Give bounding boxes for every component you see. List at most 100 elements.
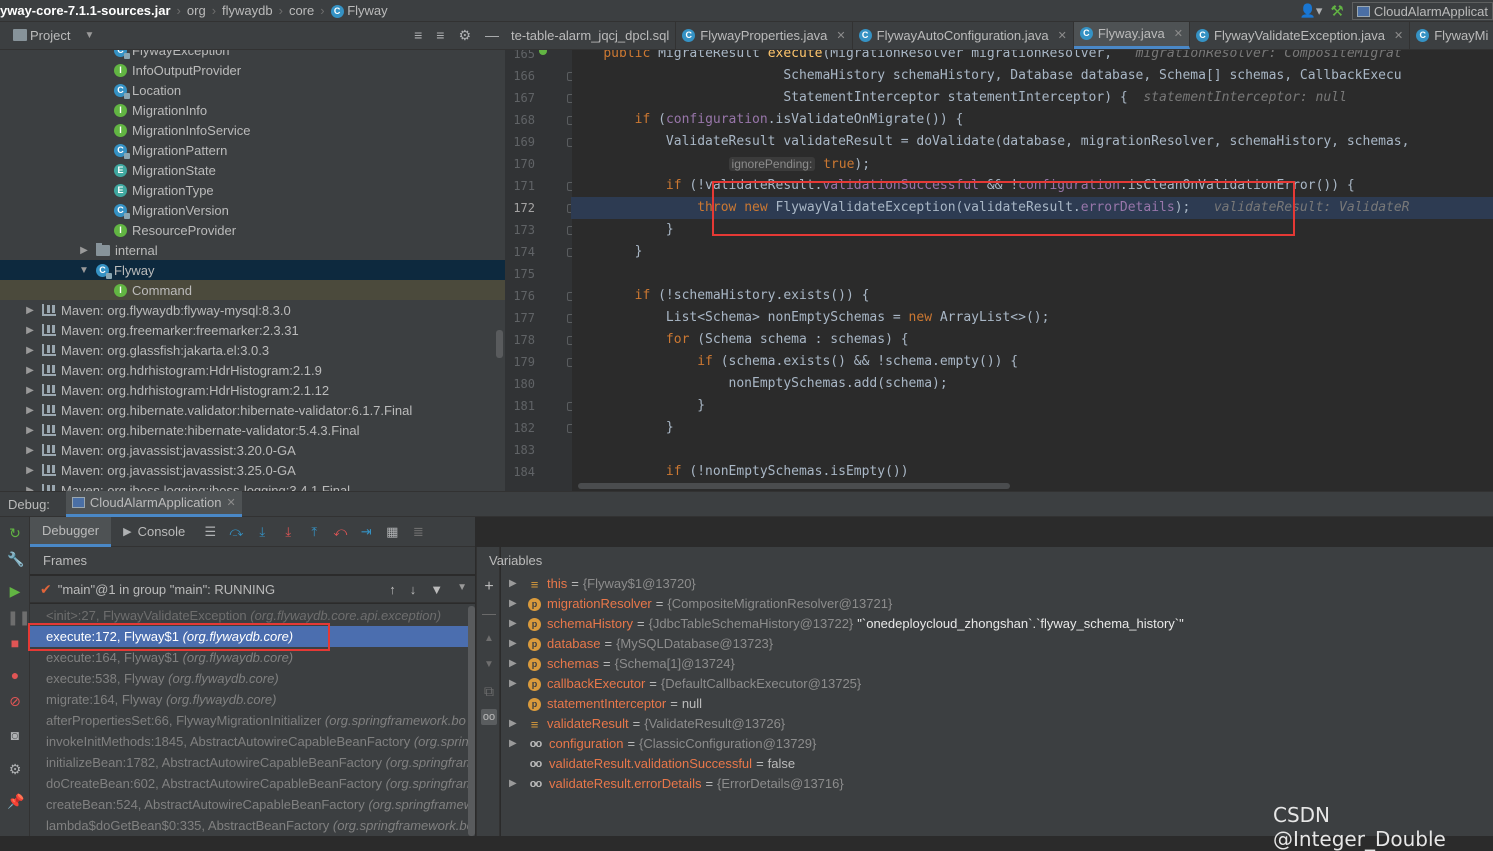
chevron-down-icon[interactable]: ▼ — [84, 30, 94, 41]
tree-item[interactable]: E MigrationState — [0, 160, 505, 180]
gear-icon[interactable]: ⚙ — [458, 27, 471, 44]
expand-arrow-icon[interactable]: ▶ — [509, 714, 519, 734]
tree-item[interactable]: C MigrationPattern — [0, 140, 505, 160]
remove-watch-icon[interactable]: — — [481, 605, 497, 621]
project-view-selector[interactable]: Project — [30, 28, 70, 43]
breadcrumb-item[interactable]: C Flyway — [327, 3, 392, 19]
chevron-down-icon[interactable]: ▼ — [457, 582, 467, 597]
user-icon[interactable]: 👤▾ — [1300, 3, 1323, 19]
wrench-icon[interactable]: 🔧 — [7, 551, 24, 567]
breakpoint-icon[interactable] — [539, 50, 547, 55]
evaluate-expression-icon[interactable]: ▦ — [384, 524, 400, 540]
tree-item[interactable]: E MigrationType — [0, 180, 505, 200]
code-line[interactable]: ValidateResult validateResult = doValida… — [572, 131, 1493, 153]
copy-icon[interactable]: ⧉ — [481, 683, 497, 699]
run-configuration-selector[interactable]: CloudAlarmApplicat — [1351, 2, 1493, 20]
code-editor[interactable]: public MigrateResult execute(MigrationRe… — [572, 50, 1493, 491]
step-out-icon[interactable]: ⤒ — [306, 524, 322, 540]
chevron-right-icon[interactable]: ▶ — [24, 465, 36, 476]
expand-all-icon[interactable]: ≡ — [436, 27, 444, 44]
chevron-right-icon[interactable]: ▶ — [24, 445, 36, 456]
pin-icon[interactable]: 📌 — [7, 793, 24, 809]
chevron-right-icon[interactable]: ▶ — [24, 305, 36, 316]
tree-item[interactable]: ▶ Maven: org.flywaydb:flyway-mysql:8.3.0 — [0, 300, 505, 320]
editor-tab[interactable]: C FlywayMi — [1410, 22, 1493, 49]
tree-item[interactable]: ▶ Maven: org.hibernate:hibernate-validato… — [0, 420, 505, 440]
debug-session-tab[interactable]: CloudAlarmApplication ✕ — [65, 491, 242, 517]
tree-item[interactable]: ▶ Maven: org.javassist:javassist:3.20.0-G… — [0, 440, 505, 460]
move-up-icon[interactable]: ▲ — [481, 631, 497, 647]
stack-frame[interactable]: invokeInitMethods:1845, AbstractAutowire… — [30, 731, 468, 752]
arrow-down-icon[interactable]: ↓ — [410, 582, 417, 597]
code-line[interactable]: if (schema.exists() && !schema.empty()) … — [572, 351, 1493, 373]
variable-row[interactable]: ▶ ≡ this = {Flyway$1@13720} — [501, 574, 696, 594]
drop-frame-icon[interactable]: ⤺ — [332, 524, 348, 540]
tree-item[interactable]: I ResourceProvider — [0, 220, 505, 240]
expand-arrow-icon[interactable]: ▶ — [509, 614, 519, 634]
variable-row[interactable]: ▶ p callbackExecutor = {DefaultCallbackExecu… — [501, 674, 861, 694]
breadcrumb-item[interactable]: flywaydb — [218, 3, 277, 18]
resume-icon[interactable]: ▶ — [7, 583, 23, 599]
filter-icon[interactable]: ▼ — [430, 582, 443, 597]
tree-item[interactable]: I Command — [0, 280, 505, 300]
tree-item[interactable]: C MigrationVersion — [0, 200, 505, 220]
close-icon[interactable]: ✕ — [1394, 29, 1403, 42]
expand-arrow-icon[interactable]: ▶ — [509, 594, 519, 614]
tab-debugger[interactable]: Debugger — [30, 516, 112, 547]
show-execution-point-icon[interactable]: ☰ — [202, 524, 218, 540]
stack-frame[interactable]: migrate:164, Flyway (org.flywaydb.core) — [30, 689, 468, 710]
chevron-down-icon[interactable]: ▼ — [78, 265, 90, 276]
stack-frame[interactable]: createBean:524, AbstractAutowireCapableB… — [30, 794, 468, 815]
stack-frame[interactable]: doCreateBean:602, AbstractAutowireCapabl… — [30, 773, 468, 794]
variable-row[interactable]: ▶ p database = {MySQLDatabase@13723} — [501, 634, 773, 654]
run-to-cursor-icon[interactable]: ⇥ — [358, 524, 374, 540]
tab-console[interactable]: ▶ Console — [111, 517, 197, 547]
code-line[interactable]: if (!nonEmptySchemas.isEmpty()) — [572, 461, 1493, 483]
tree-item[interactable]: ▶ Maven: org.hibernate.validator:hibernat… — [0, 400, 505, 420]
collapse-all-icon[interactable]: ≡ — [414, 27, 422, 44]
editor-horizontal-scrollbar[interactable] — [578, 483, 1010, 489]
expand-arrow-icon[interactable]: ▶ — [509, 674, 519, 694]
tree-item[interactable]: ▼ C Flyway — [0, 260, 505, 280]
expand-arrow-icon[interactable]: ▶ — [509, 734, 519, 754]
build-hammer-icon[interactable]: ⚒ — [1330, 2, 1343, 20]
trace-icon[interactable]: ≣ — [410, 524, 426, 540]
stop-icon[interactable]: ■ — [7, 635, 23, 651]
editor-tab[interactable]: C Flyway.java ✕ — [1073, 22, 1190, 49]
view-breakpoints-icon[interactable]: ● — [7, 667, 23, 683]
camera-icon[interactable]: ◙ — [7, 727, 23, 743]
editor-tab[interactable]: C FlywayValidateException.java ✕ — [1190, 22, 1411, 49]
tree-item[interactable]: ▶ Maven: org.javassist:javassist:3.25.0-G… — [0, 460, 505, 480]
tree-item[interactable]: I MigrationInfo — [0, 100, 505, 120]
variable-row[interactable]: ▶ oo validateResult.errorDetails = {ErrorDet… — [501, 774, 844, 794]
tree-item[interactable]: I InfoOutputProvider — [0, 60, 505, 80]
variable-row[interactable]: oo validateResult.validationSuccessful = fa… — [501, 754, 795, 774]
code-line[interactable]: nonEmptySchemas.add(schema); — [572, 373, 1493, 395]
chevron-right-icon[interactable]: ▶ — [24, 325, 36, 336]
breadcrumb-item[interactable]: core — [285, 3, 318, 18]
code-line[interactable]: } — [572, 395, 1493, 417]
add-watch-icon[interactable]: + — [481, 579, 497, 595]
mute-breakpoints-icon[interactable]: ⊘ — [7, 693, 23, 709]
pause-icon[interactable]: ❚❚ — [7, 609, 30, 625]
tree-item[interactable]: ▶ Maven: org.glassfish:jakarta.el:3.0.3 — [0, 340, 505, 360]
stack-frame[interactable]: execute:538, Flyway (org.flywaydb.core) — [30, 668, 468, 689]
code-line[interactable]: StatementInterceptor statementIntercepto… — [572, 87, 1493, 109]
chevron-right-icon[interactable]: ▶ — [24, 385, 36, 396]
variable-row[interactable]: p statementInterceptor = null — [501, 694, 702, 714]
variable-row[interactable]: ▶ oo configuration = {ClassicConfiguration@1… — [501, 734, 816, 754]
code-line[interactable]: List<Schema> nonEmptySchemas = new Array… — [572, 307, 1493, 329]
expand-arrow-icon[interactable]: ▶ — [509, 574, 519, 594]
code-line[interactable]: } — [572, 241, 1493, 263]
chevron-right-icon[interactable]: ▶ — [24, 405, 36, 416]
code-line[interactable]: if (!schemaHistory.exists()) { — [572, 285, 1493, 307]
chevron-right-icon[interactable]: ▶ — [78, 245, 90, 256]
step-over-icon[interactable]: ⤼ — [228, 524, 244, 540]
thread-selector[interactable]: ✔ "main"@1 in group "main": RUNNING ↑ ↓ … — [30, 576, 475, 603]
stack-frame[interactable]: initializeBean:1782, AbstractAutowireCap… — [30, 752, 468, 773]
breadcrumb-item[interactable]: yway-core-7.1.1-sources.jar — [0, 3, 175, 18]
code-line[interactable] — [572, 439, 1493, 461]
code-line[interactable] — [572, 263, 1493, 285]
breadcrumb-item[interactable]: org — [183, 3, 210, 18]
tree-item[interactable]: CFlywayException — [0, 50, 505, 60]
